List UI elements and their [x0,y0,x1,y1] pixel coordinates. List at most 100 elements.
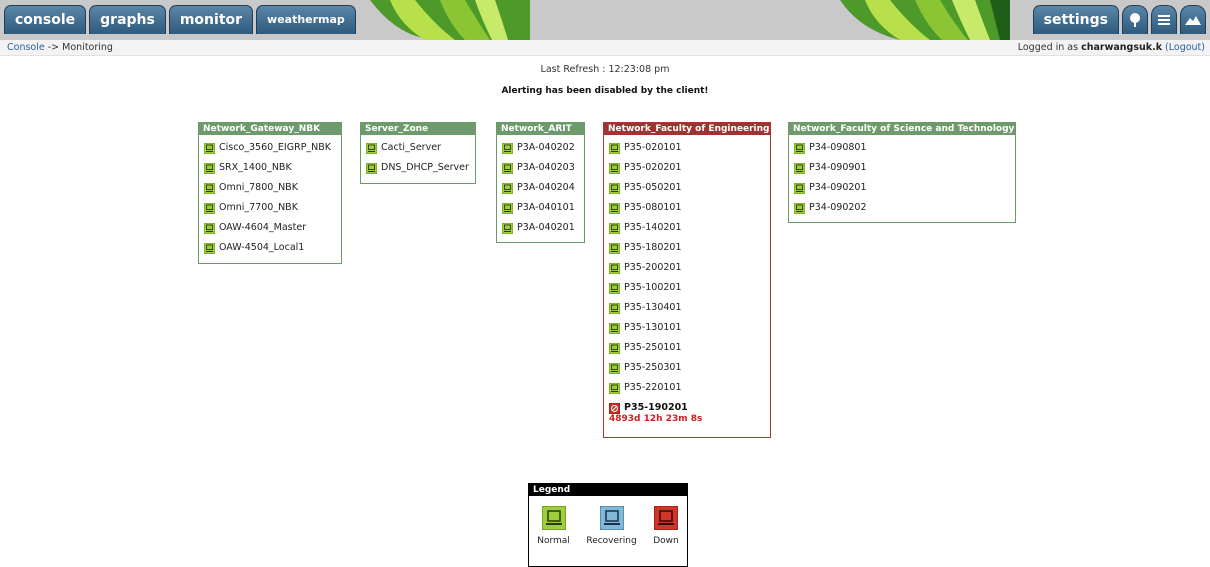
group-network-gateway-nbk: Network_Gateway_NBK Cisco_3560_EIGRP_NBK… [198,122,342,264]
host-item[interactable]: P35-080101 [609,202,770,222]
host-up-icon [609,383,620,394]
host-item[interactable]: OAW-4504_Local1 [204,242,341,262]
host-list: Cisco_3560_EIGRP_NBK SRX_1400_NBK Omni_780… [199,135,341,262]
host-name: P35-200201 [624,262,682,273]
host-item[interactable]: Cacti_Server [366,142,475,162]
group-title: Network_Faculty of Science and Technolog… [789,123,1015,135]
legend-title: Legend [529,484,687,496]
host-name: P35-080101 [624,202,682,213]
host-up-icon [204,163,215,174]
host-name: P35-190201 [624,402,688,413]
group-network-arit: Network_ARIT P3A-040202 P3A-040203 P3A-040… [496,122,585,243]
host-item[interactable]: P3A-040101 [502,202,584,222]
host-item[interactable]: P35-140201 [609,222,770,242]
top-navigation-bar: console graphs monitor weathermap settin… [0,0,1210,40]
host-item[interactable]: P35-250101 [609,342,770,362]
decorative-swoosh-left [370,0,530,40]
host-item[interactable]: P35-200201 [609,262,770,282]
tab-graphs[interactable]: graphs [89,5,166,34]
host-item[interactable]: P3A-040204 [502,182,584,202]
breadcrumb-console-link[interactable]: Console [7,42,45,53]
group-server-zone: Server_Zone Cacti_Server DNS_DHCP_Server [360,122,476,184]
host-item[interactable]: Omni_7700_NBK [204,202,341,222]
logout-link[interactable]: (Logout) [1165,42,1205,53]
tab-monitor[interactable]: monitor [168,5,254,34]
login-prefix: Logged in as [1017,42,1082,53]
host-item[interactable]: Omni_7800_NBK [204,182,341,202]
legend-item-recovering: Recovering [586,506,637,546]
host-item[interactable]: P35-020201 [609,162,770,182]
legend-item-normal: Normal [537,506,570,546]
host-item[interactable]: P35-020101 [609,142,770,162]
host-name: P35-220101 [624,382,682,393]
host-list: P34-090801 P34-090901 P34-090201 P34-090202 [789,135,1015,222]
tab-settings[interactable]: settings [1032,5,1119,34]
host-up-icon [204,243,215,254]
host-up-icon [366,163,377,174]
host-up-icon [204,143,215,154]
host-name: P35-250301 [624,362,682,373]
host-item[interactable]: P35-180201 [609,242,770,262]
host-item-down[interactable]: P35-190201 4893d 12h 23m 8s [609,402,770,424]
host-up-icon [502,163,513,174]
host-up-icon [502,183,513,194]
tree-view-button[interactable] [1122,5,1148,34]
host-item[interactable]: P34-090901 [794,162,1015,182]
host-list: P35-020101 P35-020201 P35-050201 P35-080101… [604,135,770,424]
tab-weathermap[interactable]: weathermap [256,5,356,34]
username: charwangsuk.k [1081,42,1163,53]
list-view-button[interactable] [1151,5,1177,34]
host-up-icon [502,223,513,234]
host-name: Cacti_Server [381,142,441,153]
host-name: P35-020101 [624,142,682,153]
graph-preview-button[interactable] [1180,5,1206,34]
host-name: P3A-040101 [517,202,575,213]
host-item[interactable]: P35-050201 [609,182,770,202]
host-item[interactable]: P34-090201 [794,182,1015,202]
host-item[interactable]: DNS_DHCP_Server [366,162,475,182]
host-up-icon [794,163,805,174]
host-item[interactable]: P3A-040202 [502,142,584,162]
group-network-faculty-of-science-and-technology: Network_Faculty of Science and Technolog… [788,122,1016,223]
host-up-icon [609,203,620,214]
host-up-icon [609,163,620,174]
list-view-icon [1158,15,1170,25]
host-item[interactable]: Cisco_3560_EIGRP_NBK [204,142,341,162]
host-up-icon [609,143,620,154]
host-up-icon [609,243,620,254]
host-name: P35-130401 [624,302,682,313]
host-item[interactable]: P35-220101 [609,382,770,402]
host-down-icon [609,403,620,414]
host-name: P34-090801 [809,142,867,153]
host-up-icon [609,283,620,294]
host-up-icon [609,303,620,314]
legend: Legend Normal Recovering Down [528,483,688,567]
legend-label: Recovering [586,536,637,546]
breadcrumb-current: Monitoring [62,42,113,53]
host-name: P3A-040203 [517,162,575,173]
host-item[interactable]: P35-100201 [609,282,770,302]
breadcrumb-bar: Console -> Monitoring Logged in as charw… [0,40,1210,56]
host-up-icon [609,183,620,194]
host-item[interactable]: P3A-040203 [502,162,584,182]
legend-label: Down [653,536,679,546]
host-list: Cacti_Server DNS_DHCP_Server [361,135,475,182]
downtime-duration: 4893d 12h 23m 8s [609,414,703,424]
host-item[interactable]: P35-130101 [609,322,770,342]
host-up-icon [204,203,215,214]
host-item[interactable]: P3A-040201 [502,222,584,242]
graph-preview-icon [1185,16,1201,25]
host-item[interactable]: OAW-4604_Master [204,222,341,242]
host-item[interactable]: P34-090202 [794,202,1015,222]
host-name: P34-090201 [809,182,867,193]
host-item[interactable]: P34-090801 [794,142,1015,162]
host-name: OAW-4504_Local1 [219,242,305,253]
tab-console[interactable]: console [4,5,87,34]
host-item[interactable]: P35-130401 [609,302,770,322]
decorative-swoosh-right [840,0,1010,40]
alerting-disabled-message: Alerting has been disabled by the client… [501,86,709,96]
host-name: Omni_7800_NBK [219,182,298,193]
host-item[interactable]: SRX_1400_NBK [204,162,341,182]
host-name: SRX_1400_NBK [219,162,292,173]
host-item[interactable]: P35-250301 [609,362,770,382]
